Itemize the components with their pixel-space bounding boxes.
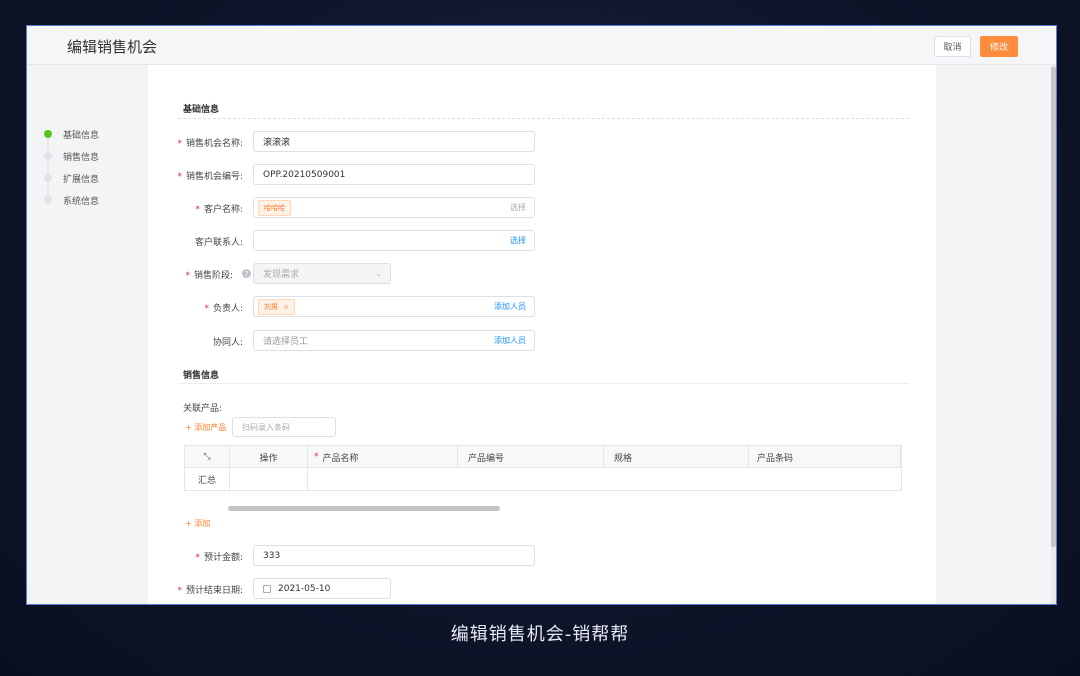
image-caption: 编辑销售机会-销帮帮 bbox=[450, 624, 630, 645]
opportunity-code-input[interactable]: OPP.20210509001 bbox=[253, 164, 535, 185]
add-collaborator-link[interactable]: 添加人员 bbox=[494, 335, 526, 346]
customer-contact-field[interactable]: 选择 bbox=[253, 230, 535, 251]
section-title-basic: 基础信息 bbox=[183, 105, 220, 115]
right-panel bbox=[936, 65, 1051, 604]
page-title: 编辑销售机会 bbox=[67, 38, 158, 56]
step-sales-info[interactable]: 销售信息 bbox=[44, 149, 99, 163]
scrollbar-thumb[interactable] bbox=[1051, 67, 1056, 547]
summary-label: 汇总 bbox=[185, 468, 230, 490]
column-header: 规格 bbox=[604, 446, 749, 468]
step-extended-info[interactable]: 扩展信息 bbox=[44, 171, 99, 185]
close-icon[interactable]: × bbox=[283, 303, 289, 311]
owner-label: * 负责人: bbox=[204, 304, 243, 314]
expected-close-date-picker[interactable]: 2021-05-10 bbox=[253, 578, 391, 599]
table-row: 汇总 bbox=[185, 468, 901, 490]
customer-tag: 哈哈哈 bbox=[258, 199, 291, 216]
step-system-info[interactable]: 系统信息 bbox=[44, 193, 99, 207]
step-label: 销售信息 bbox=[63, 152, 100, 163]
step-dot-active bbox=[44, 130, 52, 138]
expected-amount-label: * 预计金额: bbox=[195, 553, 243, 563]
add-product-button[interactable]: + 添加产品 bbox=[185, 422, 226, 433]
plus-icon: + bbox=[185, 519, 195, 528]
collaborator-label: 协同人: bbox=[212, 338, 243, 348]
expand-icon[interactable]: ⤡ bbox=[185, 446, 230, 468]
step-navigation: 基础信息 销售信息 扩展信息 系统信息 bbox=[27, 65, 147, 604]
step-basic-info[interactable]: 基础信息 bbox=[44, 127, 99, 141]
step-label: 基础信息 bbox=[63, 130, 100, 141]
sales-stage-label: * 销售阶段: bbox=[185, 271, 233, 281]
column-header: 产品条码 bbox=[749, 446, 901, 468]
collaborator-field[interactable]: 请选择员工 添加人员 bbox=[253, 330, 535, 351]
expected-amount-input[interactable]: 333 bbox=[253, 545, 535, 566]
form-panel: 基础信息 * 销售机会名称: 滚滚滚 * 销售机会编号: OPP.202105090… bbox=[148, 65, 936, 604]
table-header: ⤡ 操作 * 产品名称 产品编号 规格 产品条码 bbox=[185, 446, 901, 468]
section-divider bbox=[178, 383, 909, 384]
help-icon[interactable]: ? bbox=[242, 269, 251, 278]
product-table: ⤡ 操作 * 产品名称 产品编号 规格 产品条码 汇总 bbox=[184, 445, 902, 491]
step-dot bbox=[44, 152, 52, 160]
owner-tag: 刘男 × bbox=[258, 298, 296, 315]
app-window: 编辑销售机会 取消 修改 基础信息 销售信息 扩展信息 系统信息 基础信息 * 销… bbox=[27, 26, 1056, 604]
chevron-down-icon: ⌄ bbox=[375, 269, 382, 278]
step-dot bbox=[44, 196, 52, 204]
customer-name-field[interactable]: 哈哈哈 选择 bbox=[253, 197, 535, 218]
calendar-icon bbox=[263, 584, 271, 593]
sales-stage-select: 发现需求 ⌄ bbox=[253, 263, 391, 284]
customer-contact-label: 客户联系人: bbox=[194, 238, 243, 248]
step-dot bbox=[44, 174, 52, 182]
section-title-sales: 销售信息 bbox=[183, 371, 220, 381]
horizontal-scrollbar[interactable] bbox=[228, 506, 500, 511]
opportunity-name-input[interactable]: 滚滚滚 bbox=[253, 131, 535, 152]
customer-select-link[interactable]: 选择 bbox=[510, 202, 526, 213]
save-button[interactable]: 修改 bbox=[980, 36, 1018, 57]
step-label: 系统信息 bbox=[63, 196, 100, 207]
contact-select-link[interactable]: 选择 bbox=[510, 235, 526, 246]
barcode-scan-input[interactable]: 扫码录入条码 bbox=[232, 417, 336, 437]
opportunity-code-label: * 销售机会编号: bbox=[177, 172, 243, 182]
step-label: 扩展信息 bbox=[63, 174, 100, 185]
opportunity-name-label: * 销售机会名称: bbox=[177, 139, 243, 149]
column-header: * 产品名称 bbox=[308, 446, 458, 468]
add-owner-link[interactable]: 添加人员 bbox=[494, 301, 526, 312]
customer-name-label: * 客户名称: bbox=[195, 205, 243, 215]
owner-field[interactable]: 刘男 × 添加人员 bbox=[253, 296, 535, 317]
table-cell bbox=[230, 468, 308, 490]
related-products-label: 关联产品: bbox=[183, 404, 223, 414]
expected-close-date-label: * 预计结束日期: bbox=[177, 586, 243, 596]
column-header: 操作 bbox=[230, 446, 308, 468]
cancel-button[interactable]: 取消 bbox=[934, 36, 971, 57]
plus-icon: + bbox=[185, 423, 195, 432]
column-header: 产品编号 bbox=[458, 446, 604, 468]
vertical-scrollbar[interactable] bbox=[1051, 65, 1056, 604]
section-divider bbox=[178, 118, 909, 119]
top-bar: 编辑销售机会 取消 修改 bbox=[27, 26, 1056, 65]
add-row-button[interactable]: + 添加 bbox=[185, 518, 210, 529]
collaborator-placeholder: 请选择员工 bbox=[263, 337, 309, 347]
